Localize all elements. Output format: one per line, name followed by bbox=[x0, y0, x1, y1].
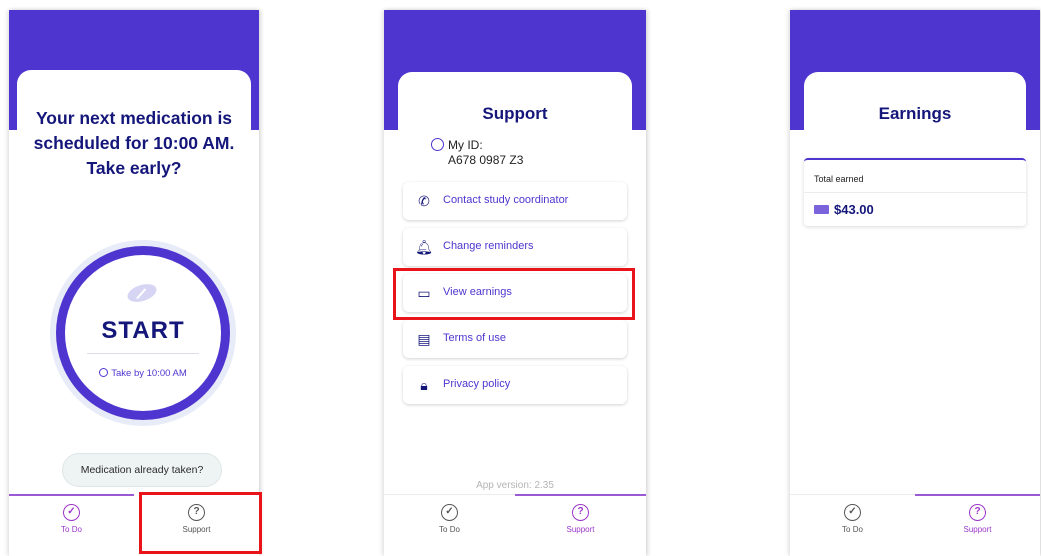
start-button[interactable]: START Take by 10:00 AM bbox=[50, 240, 236, 426]
nav-todo-label: To Do bbox=[439, 525, 460, 534]
pill-icon bbox=[125, 280, 159, 306]
take-by-text: Take by 10:00 AM bbox=[65, 368, 221, 379]
row-label: Change reminders bbox=[443, 240, 534, 252]
medication-already-taken-button[interactable]: Medication already taken? bbox=[62, 453, 222, 487]
document-icon: ▤ bbox=[417, 331, 431, 347]
phone-icon: ✆ bbox=[418, 193, 430, 209]
my-id-label: My ID: bbox=[448, 138, 483, 152]
nav-support-label: Support bbox=[963, 525, 992, 534]
nav-todo-label: To Do bbox=[842, 525, 863, 534]
take-by-label: Take by 10:00 AM bbox=[111, 368, 187, 379]
check-circle-icon: ✓ bbox=[844, 504, 861, 521]
nav-active-indicator bbox=[915, 494, 1040, 496]
clock-icon bbox=[99, 368, 109, 377]
lock-icon: 🔒︎ bbox=[420, 377, 428, 393]
row-label: Contact study coordinator bbox=[443, 194, 569, 206]
nav-support-label: Support bbox=[566, 525, 595, 534]
money-icon bbox=[814, 205, 829, 214]
nav-support[interactable]: ? Support bbox=[915, 504, 1040, 534]
help-circle-icon: ? bbox=[969, 504, 986, 521]
bottom-nav: ✓ To Do ? Support bbox=[790, 494, 1040, 556]
row-terms-of-use[interactable]: ▤ Terms of use bbox=[403, 320, 627, 358]
total-earned-value: $43.00 bbox=[834, 202, 874, 217]
help-circle-icon: ? bbox=[572, 504, 589, 521]
bell-icon: 🔔︎ bbox=[415, 239, 433, 255]
total-earned-label: Total earned bbox=[814, 174, 864, 184]
title-line: scheduled for 10:00 AM. bbox=[33, 133, 235, 153]
nav-support[interactable]: ? Support bbox=[515, 504, 646, 534]
highlight-view-earnings bbox=[393, 268, 635, 320]
earnings-divider bbox=[804, 192, 1026, 193]
row-change-reminders[interactable]: 🔔︎ Change reminders bbox=[403, 228, 627, 266]
app-version: App version: 2.35 bbox=[476, 480, 554, 491]
ring-divider bbox=[87, 353, 199, 354]
my-id: My ID: A678 0987 Z3 bbox=[431, 138, 524, 168]
todo-screen: Your next medication is scheduled for 10… bbox=[9, 10, 259, 556]
nav-todo-label: To Do bbox=[61, 525, 82, 534]
start-ring[interactable]: START Take by 10:00 AM bbox=[56, 246, 230, 420]
bottom-nav: ✓ To Do ? Support bbox=[384, 494, 646, 556]
earnings-card: Earnings bbox=[804, 72, 1026, 512]
check-circle-icon: ✓ bbox=[63, 504, 80, 521]
earnings-screen: Earnings Total earned $43.00 ✓ To Do ? S… bbox=[790, 10, 1040, 556]
medication-prompt: Your next medication is scheduled for 10… bbox=[17, 106, 251, 181]
nav-active-indicator bbox=[515, 494, 646, 496]
check-circle-icon: ✓ bbox=[441, 504, 458, 521]
title-line: Your next medication is bbox=[35, 108, 233, 128]
nav-todo[interactable]: ✓ To Do bbox=[790, 504, 915, 534]
row-label: Privacy policy bbox=[443, 378, 511, 390]
user-circle-icon bbox=[431, 138, 444, 151]
highlight-support-tab bbox=[139, 492, 262, 554]
nav-todo[interactable]: ✓ To Do bbox=[384, 504, 515, 534]
start-label: START bbox=[101, 317, 185, 344]
page-title: Earnings bbox=[878, 104, 952, 123]
row-privacy-policy[interactable]: 🔒︎ Privacy policy bbox=[403, 366, 627, 404]
row-label: Terms of use bbox=[443, 332, 506, 344]
total-earned-box: Total earned $43.00 bbox=[804, 158, 1026, 226]
nav-todo[interactable]: ✓ To Do bbox=[9, 504, 134, 534]
my-id-value: A678 0987 Z3 bbox=[448, 153, 524, 167]
page-title: Support bbox=[482, 104, 548, 123]
nav-active-indicator bbox=[9, 494, 134, 496]
row-contact-coordinator[interactable]: ✆ Contact study coordinator bbox=[403, 182, 627, 220]
title-line: Take early? bbox=[86, 158, 182, 178]
medication-card: Your next medication is scheduled for 10… bbox=[17, 70, 251, 510]
